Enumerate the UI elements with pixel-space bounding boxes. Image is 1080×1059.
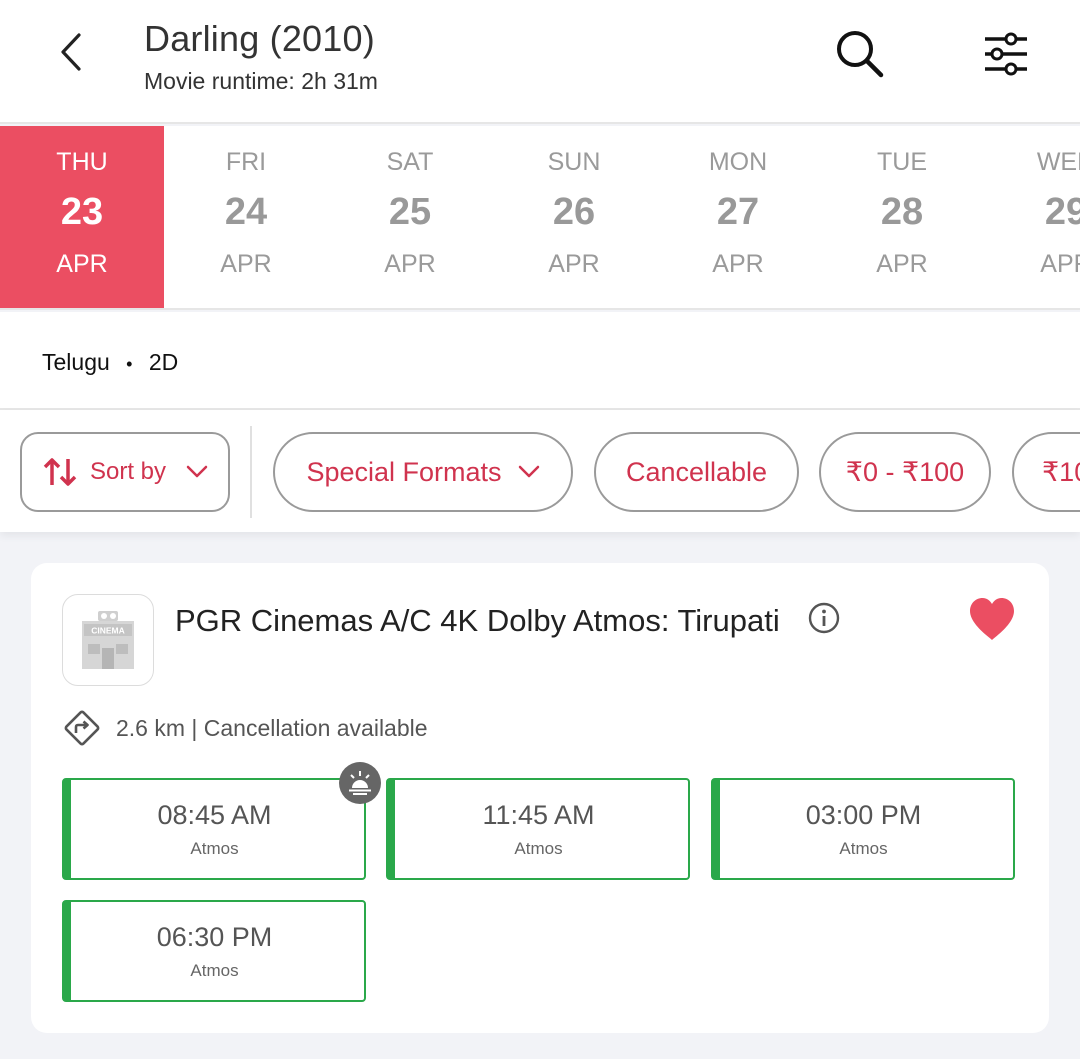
search-icon bbox=[837, 31, 884, 78]
date-month: APR bbox=[876, 250, 928, 278]
language-label: Telugu bbox=[42, 349, 110, 375]
showtime-time: 03:00 PM bbox=[805, 799, 922, 830]
date-month: APR bbox=[220, 250, 272, 278]
cancellable-label: Cancellable bbox=[625, 456, 768, 487]
price-101-200-label: ₹101 - ₹200 bbox=[1042, 456, 1080, 487]
sort-by-button[interactable]: Sort by bbox=[20, 432, 230, 512]
price-0-100-chip[interactable]: ₹0 - ₹100 bbox=[819, 432, 991, 512]
search-button[interactable] bbox=[830, 24, 890, 84]
date-item-thu-23[interactable]: THU 23 APR bbox=[0, 126, 164, 308]
chip-divider bbox=[250, 426, 252, 518]
showtime-time: 11:45 AM bbox=[482, 799, 595, 830]
date-item-tue-28[interactable]: TUE 28 APR bbox=[820, 126, 984, 308]
showtime-button[interactable]: 06:30 PM Atmos bbox=[62, 900, 366, 1002]
date-month: APR bbox=[712, 250, 764, 278]
chevron-down-icon bbox=[186, 465, 208, 478]
price-0-100-label: ₹0 - ₹100 bbox=[845, 456, 965, 487]
date-dow: THU bbox=[56, 148, 108, 176]
showtime-format: Atmos bbox=[190, 960, 239, 980]
date-dow: MON bbox=[708, 148, 768, 176]
date-month: APR bbox=[1040, 250, 1080, 278]
date-item-fri-24[interactable]: FRI 24 APR bbox=[164, 126, 328, 308]
date-month: APR bbox=[548, 250, 600, 278]
date-item-sat-25[interactable]: SAT 25 APR bbox=[328, 126, 492, 308]
date-item-sun-26[interactable]: SUN 26 APR bbox=[492, 126, 656, 308]
special-formats-chip[interactable]: Special Formats bbox=[273, 432, 573, 512]
showtime-format: Atmos bbox=[839, 838, 888, 858]
app-header: Darling (2010) Movie runtime: 2h 31m bbox=[0, 0, 1080, 124]
favorite-button[interactable] bbox=[967, 596, 1017, 647]
special-formats-label: Special Formats bbox=[306, 456, 502, 487]
cinema-meta: 2.6 km | Cancellation available bbox=[62, 708, 428, 748]
showtime-button[interactable]: 11:45 AM Atmos bbox=[386, 778, 690, 880]
cinema-name[interactable]: PGR Cinemas A/C 4K Dolby Atmos: Tirupati bbox=[175, 603, 780, 639]
showtime-format: Atmos bbox=[514, 838, 563, 858]
date-dow: FRI bbox=[225, 148, 267, 176]
date-day: 25 bbox=[388, 191, 432, 233]
format-label: 2D bbox=[148, 349, 179, 375]
showtime-format: Atmos bbox=[190, 838, 239, 858]
date-day: 24 bbox=[224, 191, 268, 233]
showtime-time: 06:30 PM bbox=[156, 921, 273, 952]
sort-arrows-icon bbox=[43, 458, 77, 486]
date-item-wed-29[interactable]: WED 29 APR bbox=[984, 126, 1080, 308]
date-day: 27 bbox=[716, 191, 760, 233]
cinema-card: CINEMA PGR Cinemas A/C 4K Dolby Atmos: T… bbox=[31, 563, 1049, 1033]
date-month: APR bbox=[384, 250, 436, 278]
date-item-mon-27[interactable]: MON 27 APR bbox=[656, 126, 820, 308]
movie-runtime: Movie runtime: 2h 31m bbox=[144, 68, 378, 94]
back-arrow-icon bbox=[61, 33, 81, 71]
info-button[interactable] bbox=[808, 602, 840, 639]
date-selector: THU 23 APR FRI 24 APR SAT 25 APR SUN 26 … bbox=[0, 126, 1080, 310]
distance-cancellation-text: 2.6 km | Cancellation available bbox=[116, 714, 428, 741]
cinema-logo: CINEMA bbox=[62, 594, 154, 686]
date-month: APR bbox=[56, 250, 108, 278]
date-day: 26 bbox=[552, 191, 596, 233]
chevron-down-icon bbox=[518, 465, 539, 478]
date-dow: SAT bbox=[386, 148, 434, 176]
date-dow: WED bbox=[1036, 148, 1080, 176]
filter-chip-bar: Sort by Special Formats Cancellable ₹0 -… bbox=[0, 410, 1080, 532]
date-dow: TUE bbox=[877, 148, 927, 176]
title-block: Darling (2010) Movie runtime: 2h 31m bbox=[144, 18, 378, 95]
filter-sliders-icon bbox=[985, 32, 1027, 76]
language-format-label: Telugu • 2D bbox=[42, 349, 178, 376]
date-dow: SUN bbox=[547, 148, 601, 176]
morning-sun-icon bbox=[349, 771, 371, 795]
morning-show-badge bbox=[339, 762, 381, 804]
info-icon bbox=[808, 602, 840, 634]
back-button[interactable] bbox=[44, 26, 96, 78]
heart-icon bbox=[970, 598, 1014, 640]
cancellable-chip[interactable]: Cancellable bbox=[594, 432, 799, 512]
showtime-button[interactable]: 08:45 AM Atmos bbox=[62, 778, 366, 880]
price-101-200-chip[interactable]: ₹101 - ₹200 bbox=[1012, 432, 1080, 512]
separator-dot: • bbox=[126, 354, 133, 374]
language-format-bar: Telugu • 2D bbox=[0, 312, 1080, 410]
filter-button[interactable] bbox=[976, 24, 1036, 84]
date-day: 23 bbox=[60, 191, 104, 233]
showtime-button[interactable]: 03:00 PM Atmos bbox=[711, 778, 1015, 880]
sort-by-label: Sort by bbox=[89, 458, 167, 485]
date-day: 28 bbox=[880, 191, 924, 233]
movie-title: Darling (2010) bbox=[144, 18, 375, 59]
showtime-time: 08:45 AM bbox=[157, 799, 272, 830]
date-day: 29 bbox=[1044, 191, 1080, 233]
directions-icon bbox=[64, 710, 100, 746]
cinema-building-icon: CINEMA bbox=[82, 611, 134, 669]
cinema-logo-text: CINEMA bbox=[91, 626, 125, 636]
